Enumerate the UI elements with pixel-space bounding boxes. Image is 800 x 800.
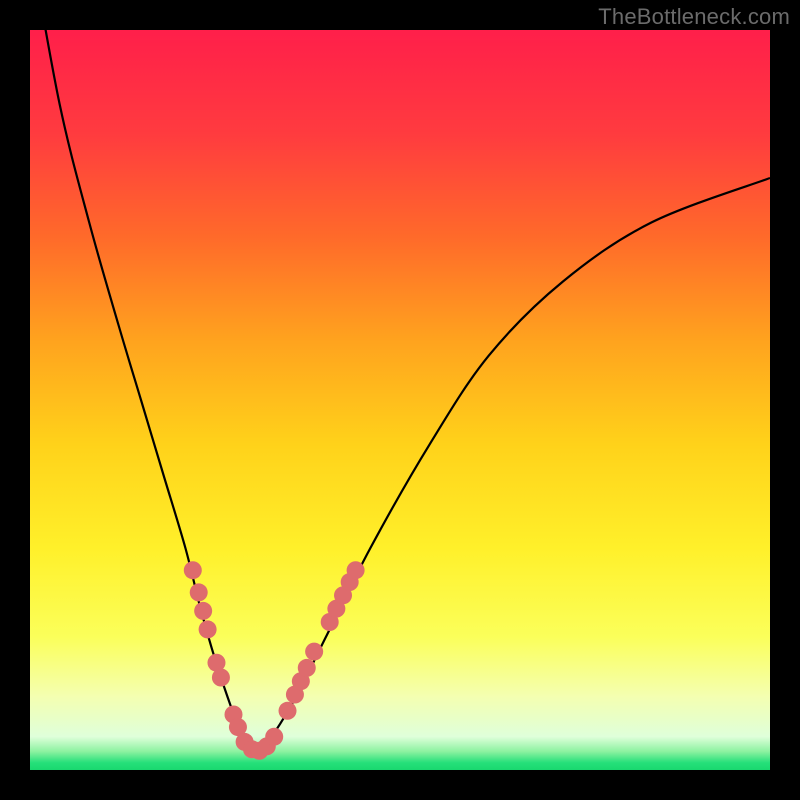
marker-dots bbox=[184, 561, 365, 760]
bottleneck-curve bbox=[30, 30, 770, 754]
watermark-text: TheBottleneck.com bbox=[598, 4, 790, 30]
curve-layer bbox=[30, 30, 770, 770]
marker-dot bbox=[347, 561, 365, 579]
chart-frame: TheBottleneck.com bbox=[0, 0, 800, 800]
marker-dot bbox=[298, 659, 316, 677]
marker-dot bbox=[265, 728, 283, 746]
plot-area bbox=[30, 30, 770, 770]
marker-dot bbox=[184, 561, 202, 579]
marker-dot bbox=[305, 643, 323, 661]
marker-dot bbox=[279, 702, 297, 720]
marker-dot bbox=[212, 669, 230, 687]
marker-dot bbox=[194, 602, 212, 620]
marker-dot bbox=[190, 583, 208, 601]
marker-dot bbox=[199, 620, 217, 638]
